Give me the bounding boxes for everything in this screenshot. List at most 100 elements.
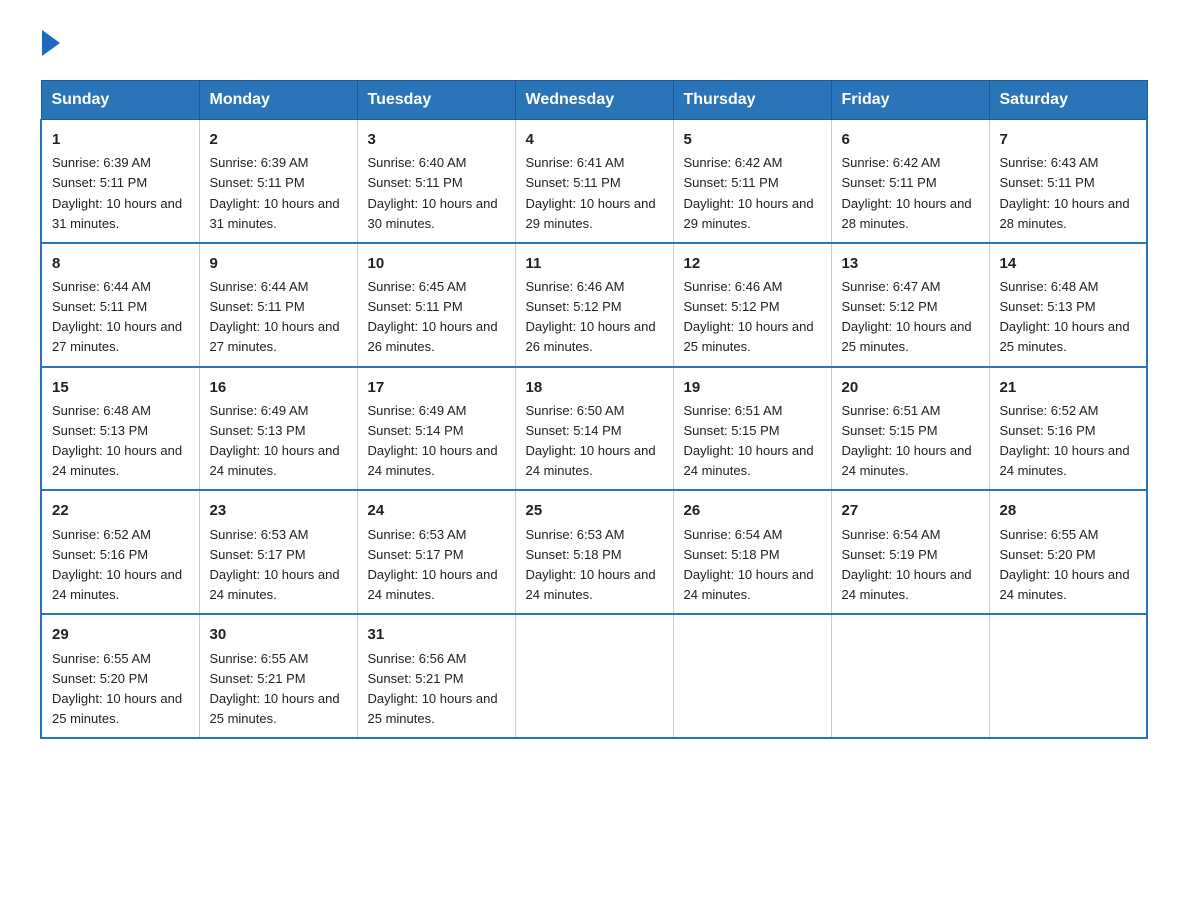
day-number: 7 [1000, 128, 1137, 151]
calendar-cell: 25 Sunrise: 6:53 AMSunset: 5:18 PMDaylig… [515, 490, 673, 614]
day-info: Sunrise: 6:53 AMSunset: 5:17 PMDaylight:… [210, 525, 347, 606]
calendar-cell: 1 Sunrise: 6:39 AMSunset: 5:11 PMDayligh… [41, 120, 199, 243]
calendar-cell: 26 Sunrise: 6:54 AMSunset: 5:18 PMDaylig… [673, 490, 831, 614]
calendar-cell: 22 Sunrise: 6:52 AMSunset: 5:16 PMDaylig… [41, 490, 199, 614]
header-friday: Friday [831, 81, 989, 120]
day-info: Sunrise: 6:47 AMSunset: 5:12 PMDaylight:… [842, 277, 979, 358]
day-number: 26 [684, 499, 821, 522]
day-number: 5 [684, 128, 821, 151]
calendar-cell: 9 Sunrise: 6:44 AMSunset: 5:11 PMDayligh… [199, 243, 357, 367]
day-info: Sunrise: 6:44 AMSunset: 5:11 PMDaylight:… [210, 277, 347, 358]
day-info: Sunrise: 6:52 AMSunset: 5:16 PMDaylight:… [52, 525, 189, 606]
day-info: Sunrise: 6:41 AMSunset: 5:11 PMDaylight:… [526, 153, 663, 234]
day-info: Sunrise: 6:46 AMSunset: 5:12 PMDaylight:… [526, 277, 663, 358]
calendar-cell: 23 Sunrise: 6:53 AMSunset: 5:17 PMDaylig… [199, 490, 357, 614]
day-info: Sunrise: 6:53 AMSunset: 5:17 PMDaylight:… [368, 525, 505, 606]
logo [40, 30, 60, 56]
day-number: 13 [842, 252, 979, 275]
calendar-cell: 3 Sunrise: 6:40 AMSunset: 5:11 PMDayligh… [357, 120, 515, 243]
day-number: 4 [526, 128, 663, 151]
calendar-cell: 4 Sunrise: 6:41 AMSunset: 5:11 PMDayligh… [515, 120, 673, 243]
calendar-cell: 10 Sunrise: 6:45 AMSunset: 5:11 PMDaylig… [357, 243, 515, 367]
calendar-cell: 27 Sunrise: 6:54 AMSunset: 5:19 PMDaylig… [831, 490, 989, 614]
day-info: Sunrise: 6:39 AMSunset: 5:11 PMDaylight:… [210, 153, 347, 234]
calendar-cell: 14 Sunrise: 6:48 AMSunset: 5:13 PMDaylig… [989, 243, 1147, 367]
calendar-cell [989, 614, 1147, 738]
header-wednesday: Wednesday [515, 81, 673, 120]
calendar-week-row: 15 Sunrise: 6:48 AMSunset: 5:13 PMDaylig… [41, 367, 1147, 491]
calendar-cell: 5 Sunrise: 6:42 AMSunset: 5:11 PMDayligh… [673, 120, 831, 243]
day-info: Sunrise: 6:39 AMSunset: 5:11 PMDaylight:… [52, 153, 189, 234]
calendar-cell: 28 Sunrise: 6:55 AMSunset: 5:20 PMDaylig… [989, 490, 1147, 614]
calendar-cell: 8 Sunrise: 6:44 AMSunset: 5:11 PMDayligh… [41, 243, 199, 367]
day-info: Sunrise: 6:55 AMSunset: 5:20 PMDaylight:… [52, 649, 189, 730]
calendar-header-row: SundayMondayTuesdayWednesdayThursdayFrid… [41, 81, 1147, 120]
calendar-cell: 30 Sunrise: 6:55 AMSunset: 5:21 PMDaylig… [199, 614, 357, 738]
calendar-cell: 2 Sunrise: 6:39 AMSunset: 5:11 PMDayligh… [199, 120, 357, 243]
day-info: Sunrise: 6:55 AMSunset: 5:20 PMDaylight:… [1000, 525, 1137, 606]
day-info: Sunrise: 6:54 AMSunset: 5:18 PMDaylight:… [684, 525, 821, 606]
day-number: 20 [842, 376, 979, 399]
day-number: 18 [526, 376, 663, 399]
day-number: 25 [526, 499, 663, 522]
day-info: Sunrise: 6:55 AMSunset: 5:21 PMDaylight:… [210, 649, 347, 730]
day-info: Sunrise: 6:42 AMSunset: 5:11 PMDaylight:… [842, 153, 979, 234]
day-number: 15 [52, 376, 189, 399]
day-number: 11 [526, 252, 663, 275]
day-info: Sunrise: 6:49 AMSunset: 5:14 PMDaylight:… [368, 401, 505, 482]
day-info: Sunrise: 6:56 AMSunset: 5:21 PMDaylight:… [368, 649, 505, 730]
day-number: 10 [368, 252, 505, 275]
day-info: Sunrise: 6:48 AMSunset: 5:13 PMDaylight:… [52, 401, 189, 482]
calendar-week-row: 8 Sunrise: 6:44 AMSunset: 5:11 PMDayligh… [41, 243, 1147, 367]
day-number: 3 [368, 128, 505, 151]
calendar-cell [831, 614, 989, 738]
header-monday: Monday [199, 81, 357, 120]
day-number: 14 [1000, 252, 1137, 275]
header-thursday: Thursday [673, 81, 831, 120]
calendar-week-row: 29 Sunrise: 6:55 AMSunset: 5:20 PMDaylig… [41, 614, 1147, 738]
day-number: 27 [842, 499, 979, 522]
calendar-cell: 13 Sunrise: 6:47 AMSunset: 5:12 PMDaylig… [831, 243, 989, 367]
calendar-cell: 31 Sunrise: 6:56 AMSunset: 5:21 PMDaylig… [357, 614, 515, 738]
calendar-table: SundayMondayTuesdayWednesdayThursdayFrid… [40, 80, 1148, 739]
day-info: Sunrise: 6:46 AMSunset: 5:12 PMDaylight:… [684, 277, 821, 358]
day-info: Sunrise: 6:48 AMSunset: 5:13 PMDaylight:… [1000, 277, 1137, 358]
day-number: 22 [52, 499, 189, 522]
calendar-cell: 19 Sunrise: 6:51 AMSunset: 5:15 PMDaylig… [673, 367, 831, 491]
calendar-cell: 16 Sunrise: 6:49 AMSunset: 5:13 PMDaylig… [199, 367, 357, 491]
calendar-cell [673, 614, 831, 738]
day-number: 9 [210, 252, 347, 275]
day-info: Sunrise: 6:52 AMSunset: 5:16 PMDaylight:… [1000, 401, 1137, 482]
day-number: 23 [210, 499, 347, 522]
day-number: 16 [210, 376, 347, 399]
day-info: Sunrise: 6:50 AMSunset: 5:14 PMDaylight:… [526, 401, 663, 482]
day-number: 30 [210, 623, 347, 646]
day-number: 17 [368, 376, 505, 399]
calendar-cell [515, 614, 673, 738]
day-number: 8 [52, 252, 189, 275]
header-saturday: Saturday [989, 81, 1147, 120]
calendar-cell: 29 Sunrise: 6:55 AMSunset: 5:20 PMDaylig… [41, 614, 199, 738]
day-info: Sunrise: 6:44 AMSunset: 5:11 PMDaylight:… [52, 277, 189, 358]
calendar-week-row: 22 Sunrise: 6:52 AMSunset: 5:16 PMDaylig… [41, 490, 1147, 614]
day-info: Sunrise: 6:49 AMSunset: 5:13 PMDaylight:… [210, 401, 347, 482]
calendar-cell: 17 Sunrise: 6:49 AMSunset: 5:14 PMDaylig… [357, 367, 515, 491]
day-info: Sunrise: 6:53 AMSunset: 5:18 PMDaylight:… [526, 525, 663, 606]
calendar-cell: 21 Sunrise: 6:52 AMSunset: 5:16 PMDaylig… [989, 367, 1147, 491]
day-info: Sunrise: 6:51 AMSunset: 5:15 PMDaylight:… [684, 401, 821, 482]
logo-arrow-icon [42, 30, 60, 56]
day-info: Sunrise: 6:42 AMSunset: 5:11 PMDaylight:… [684, 153, 821, 234]
day-number: 2 [210, 128, 347, 151]
day-number: 12 [684, 252, 821, 275]
calendar-cell: 7 Sunrise: 6:43 AMSunset: 5:11 PMDayligh… [989, 120, 1147, 243]
calendar-cell: 11 Sunrise: 6:46 AMSunset: 5:12 PMDaylig… [515, 243, 673, 367]
header-sunday: Sunday [41, 81, 199, 120]
calendar-cell: 20 Sunrise: 6:51 AMSunset: 5:15 PMDaylig… [831, 367, 989, 491]
day-info: Sunrise: 6:43 AMSunset: 5:11 PMDaylight:… [1000, 153, 1137, 234]
day-number: 29 [52, 623, 189, 646]
day-number: 1 [52, 128, 189, 151]
calendar-week-row: 1 Sunrise: 6:39 AMSunset: 5:11 PMDayligh… [41, 120, 1147, 243]
calendar-cell: 15 Sunrise: 6:48 AMSunset: 5:13 PMDaylig… [41, 367, 199, 491]
calendar-cell: 24 Sunrise: 6:53 AMSunset: 5:17 PMDaylig… [357, 490, 515, 614]
header [40, 30, 1148, 56]
